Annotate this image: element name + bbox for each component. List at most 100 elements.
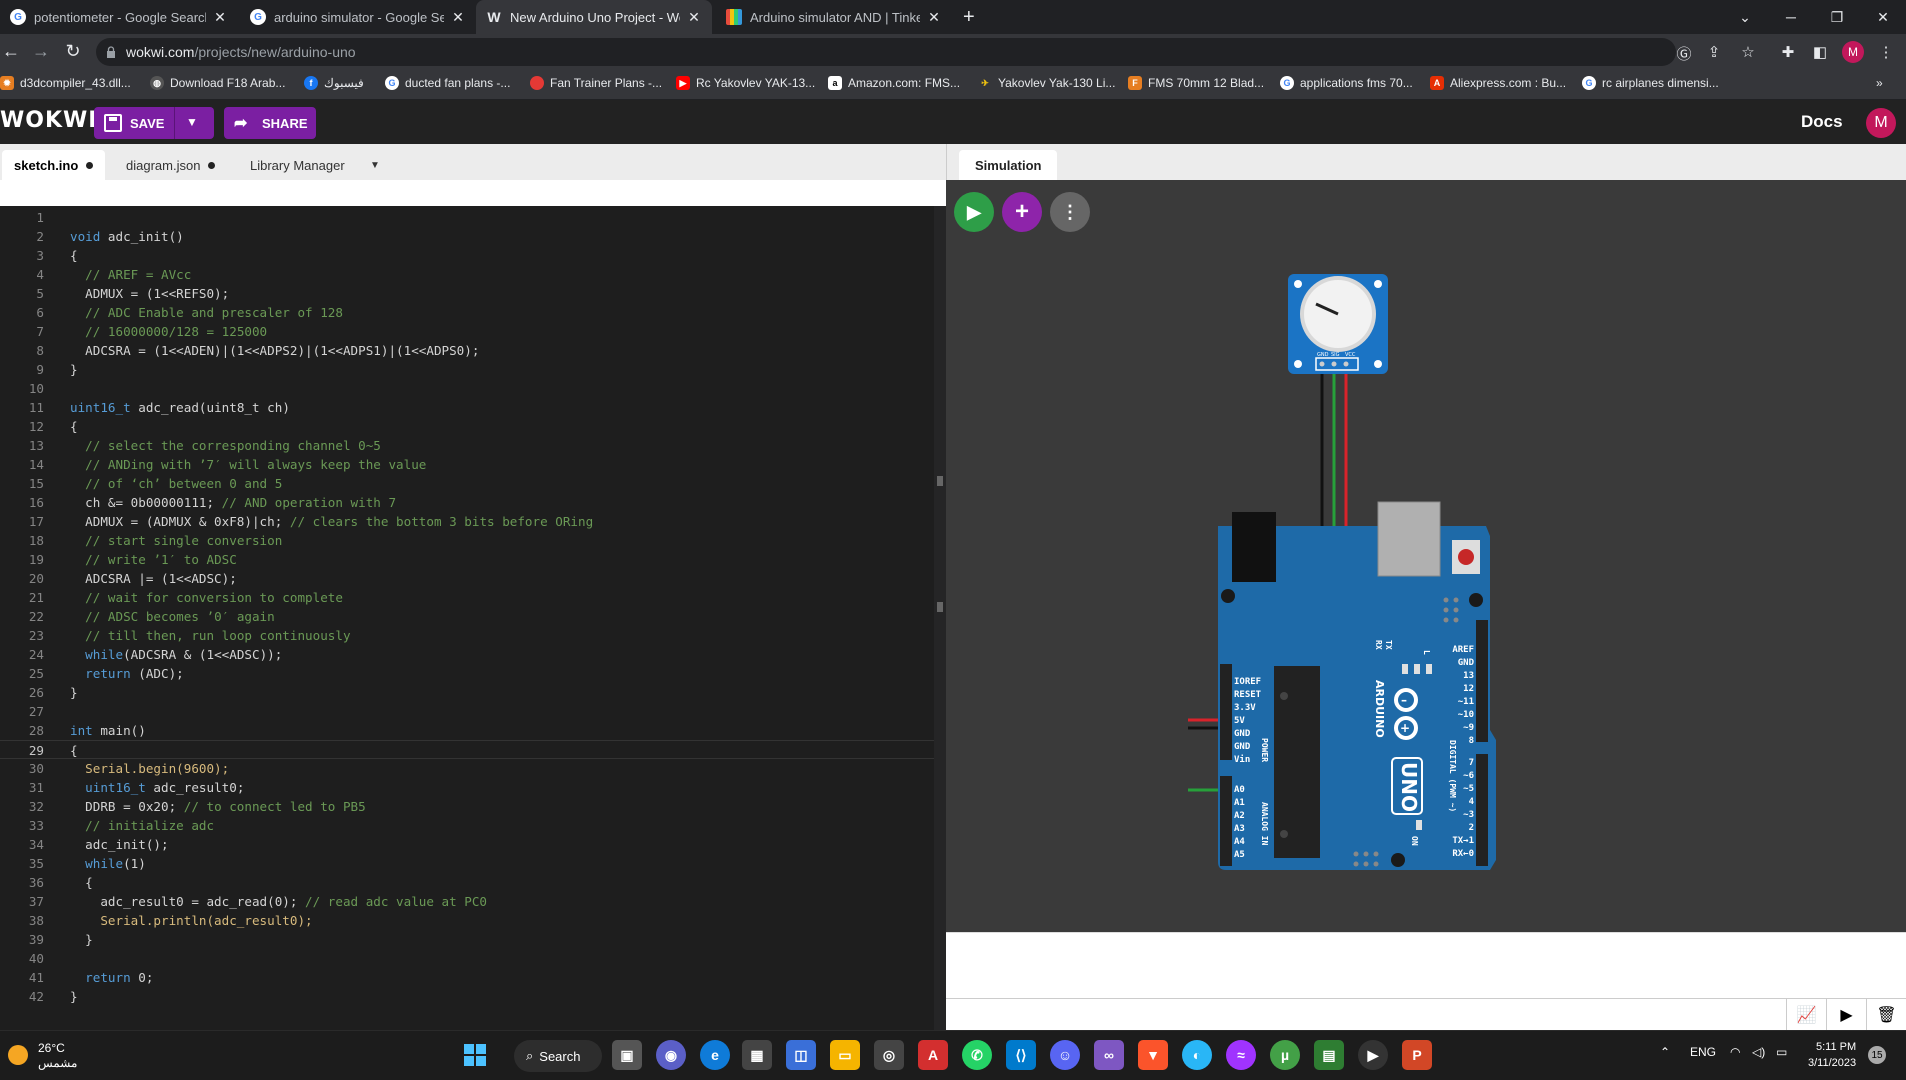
code-line[interactable]: 7 // 16000000/128 = 125000: [0, 322, 946, 341]
bookmark-item[interactable]: a Amazon.com: FMS...: [828, 76, 960, 90]
bookmark-star-icon[interactable]: ☆: [1738, 43, 1758, 61]
potentiometer[interactable]: GND SIG VCC: [1288, 274, 1388, 374]
close-icon[interactable]: ✕: [450, 9, 466, 26]
bookmark-item[interactable]: ✹ d3dcompiler_43.dll...: [0, 76, 131, 90]
edge-icon[interactable]: e: [700, 1040, 730, 1070]
whatsapp-icon[interactable]: ✆: [962, 1040, 992, 1070]
notification-badge[interactable]: 15: [1868, 1046, 1886, 1064]
code-line[interactable]: 32 DDRB = 0x20; // to connect led to PB5: [0, 797, 946, 816]
code-line[interactable]: 5 ADMUX = (1<<REFS0);: [0, 284, 946, 303]
close-icon[interactable]: ✕: [926, 9, 942, 26]
play-icon[interactable]: ▶: [1826, 999, 1866, 1031]
bookmark-item[interactable]: Grc airplanes dimensi...: [1582, 76, 1719, 90]
code-line[interactable]: 29 {: [0, 740, 946, 759]
code-line[interactable]: 3{: [0, 246, 946, 265]
brave-icon[interactable]: ▼: [1138, 1040, 1168, 1070]
browser-tab-potentiometer[interactable]: G potentiometer - Google Search ✕: [0, 0, 238, 34]
battery-icon[interactable]: ▭: [1776, 1045, 1787, 1059]
bookmark-item[interactable]: ◍ Download F18 Arab...: [150, 76, 285, 90]
tabs-dropdown-icon[interactable]: ▼: [358, 150, 392, 180]
more-bookmarks-icon[interactable]: »: [1876, 76, 1883, 90]
code-line[interactable]: 31 uint16_t adc_result0;: [0, 778, 946, 797]
code-line[interactable]: 37 adc_result0 = adc_read(0); // read ad…: [0, 892, 946, 911]
minimize-button[interactable]: ─: [1768, 0, 1814, 34]
media-player-icon[interactable]: ▶: [1358, 1040, 1388, 1070]
save-button[interactable]: SAVE ▼: [94, 107, 214, 139]
code-line[interactable]: 39 }: [0, 930, 946, 949]
bookmark-item[interactable]: ✈ Yakovlev Yak-130 Li...: [978, 76, 1115, 90]
code-line[interactable]: 11 uint16_t adc_read(uint8_t ch): [0, 398, 946, 417]
plotter-icon[interactable]: 📈: [1786, 999, 1826, 1031]
file-explorer-icon[interactable]: ▭: [830, 1040, 860, 1070]
bookmark-item[interactable]: Gducted fan plans -...: [385, 76, 510, 90]
bookmark-item[interactable]: A Aliexpress.com : Bu...: [1430, 76, 1566, 90]
bookmark-item[interactable]: Fan Trainer Plans -...: [530, 76, 662, 90]
browser-tab-tinkercad[interactable]: Arduino simulator AND | Tinkercad ✕: [716, 0, 952, 34]
tab-library-manager[interactable]: Library Manager: [238, 150, 357, 180]
code-line[interactable]: 41 return 0;: [0, 968, 946, 987]
code-line[interactable]: 17 ADMUX = (ADMUX & 0xF8)|ch; // clears …: [0, 512, 946, 531]
code-line[interactable]: 23 // till then, run loop continuously: [0, 626, 946, 645]
acrobat-icon[interactable]: A: [918, 1040, 948, 1070]
editor-scrollbar[interactable]: [934, 206, 946, 1030]
store-icon[interactable]: ◫: [786, 1040, 816, 1070]
new-tab-button[interactable]: +: [963, 6, 975, 29]
code-line[interactable]: 27: [0, 702, 946, 721]
code-line[interactable]: 2 void adc_init(): [0, 227, 946, 246]
tab-sketch-ino[interactable]: sketch.ino: [2, 150, 106, 180]
code-line[interactable]: 12 {: [0, 417, 946, 436]
code-line[interactable]: 13 // select the corresponding channel 0…: [0, 436, 946, 455]
weather-sun-icon[interactable]: [8, 1045, 28, 1065]
volume-icon[interactable]: ◁): [1752, 1045, 1765, 1059]
code-line[interactable]: 4 // AREF = AVcc: [0, 265, 946, 284]
code-line[interactable]: 6 // ADC Enable and prescaler of 128: [0, 303, 946, 322]
utorrent-icon[interactable]: µ: [1270, 1040, 1300, 1070]
wokwi-logo[interactable]: WOKWI: [0, 108, 97, 133]
bookmark-item[interactable]: F FMS 70mm 12 Blad...: [1128, 76, 1264, 90]
code-line[interactable]: 33 // initialize adc: [0, 816, 946, 835]
back-button[interactable]: ←: [0, 41, 22, 62]
user-avatar[interactable]: M: [1866, 108, 1896, 138]
code-line[interactable]: 8 ADCSRA = (1<<ADEN)|(1<<ADPS2)|(1<<ADPS…: [0, 341, 946, 360]
windows-start-icon[interactable]: [460, 1040, 490, 1070]
messenger-icon[interactable]: ≈: [1226, 1040, 1256, 1070]
code-line[interactable]: 19 // write ’1′ to ADSC: [0, 550, 946, 569]
browser-tab-arduino-simulator[interactable]: G arduino simulator - Google Search ✕: [240, 0, 476, 34]
bookmark-item[interactable]: Gapplications fms 70...: [1280, 76, 1413, 90]
discord-icon[interactable]: ☺: [1050, 1040, 1080, 1070]
simulation-canvas[interactable]: ▶ + ⋮ GND SIG VCC – + UNO ARDUINO IOREF …: [946, 180, 1906, 932]
arduino-uno[interactable]: – + UNO ARDUINO IOREF RESET 3.3V 5V GND …: [1218, 501, 1496, 870]
tab-search-icon[interactable]: ⌄: [1722, 0, 1768, 34]
app-icon[interactable]: ◐: [1182, 1040, 1212, 1070]
profile-avatar[interactable]: M: [1842, 41, 1864, 63]
code-line[interactable]: 16 ch &= 0b00000111; // AND operation wi…: [0, 493, 946, 512]
close-icon[interactable]: ✕: [686, 9, 702, 26]
trash-icon[interactable]: 🗑: [1866, 999, 1906, 1031]
side-panel-icon[interactable]: ◧: [1810, 43, 1830, 61]
restore-button[interactable]: ❐: [1814, 0, 1860, 34]
taskbar-search[interactable]: ⌕ Search: [514, 1040, 602, 1072]
address-bar[interactable]: wokwi.com/projects/new/arduino-uno: [96, 38, 1676, 66]
language-indicator[interactable]: ENG: [1690, 1045, 1716, 1059]
vscode-icon[interactable]: ⟨⟩: [1006, 1040, 1036, 1070]
code-line[interactable]: 38 Serial.println(adc_result0);: [0, 911, 946, 930]
menu-kebab-icon[interactable]: ⋮: [1876, 43, 1896, 61]
wifi-icon[interactable]: ◠: [1730, 1045, 1740, 1059]
code-line[interactable]: 34 adc_init();: [0, 835, 946, 854]
docs-link[interactable]: Docs: [1801, 112, 1843, 132]
chat-icon[interactable]: ◉: [656, 1040, 686, 1070]
forward-button[interactable]: →: [30, 41, 52, 62]
code-line[interactable]: 20 ADCSRA |= (1<<ADSC);: [0, 569, 946, 588]
bookmark-item[interactable]: ▶ Rc Yakovlev YAK-13...: [676, 76, 815, 90]
code-line[interactable]: 36 {: [0, 873, 946, 892]
share-button[interactable]: ➦ SHARE: [224, 107, 316, 139]
bookmark-item[interactable]: f فيسبوك: [304, 76, 364, 90]
google-lens-icon[interactable]: Ⓖ: [1674, 43, 1694, 64]
code-line[interactable]: 18 // start single conversion: [0, 531, 946, 550]
code-line[interactable]: 1: [0, 208, 946, 227]
app-icon[interactable]: ▦: [742, 1040, 772, 1070]
close-window-button[interactable]: ✕: [1860, 0, 1906, 34]
clock[interactable]: 5:11 PM 3/11/2023: [1808, 1039, 1856, 1071]
code-editor[interactable]: 1 2 void adc_init() 3{4 // AREF = AVcc 5 ADM…: [0, 206, 946, 1030]
extensions-icon[interactable]: ✚: [1778, 43, 1798, 61]
